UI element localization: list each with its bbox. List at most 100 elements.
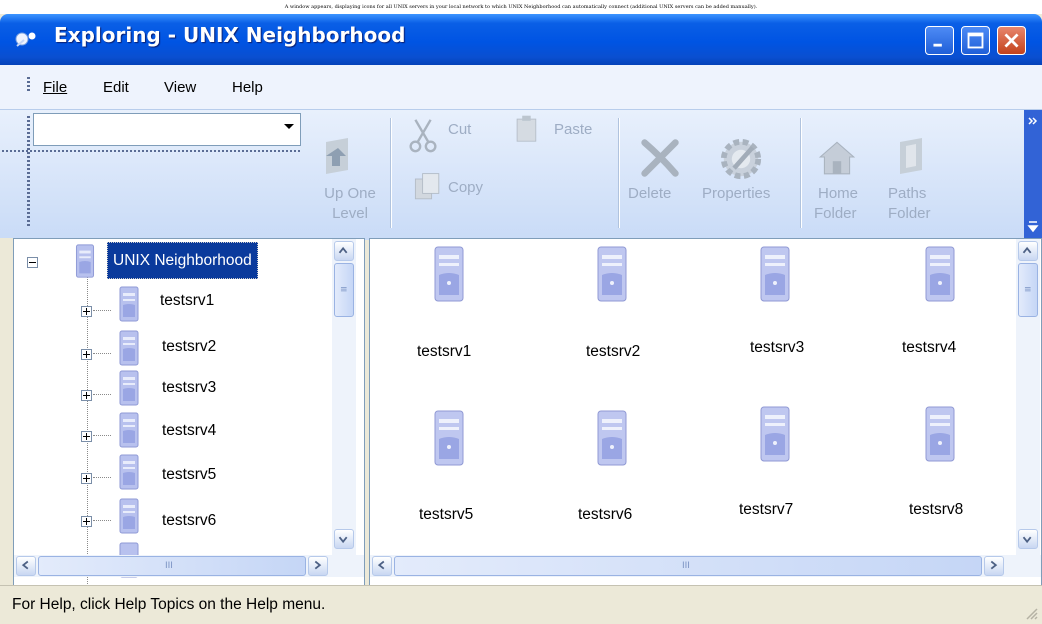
minimize-icon xyxy=(933,43,942,47)
scroll-thumb[interactable]: ≡ xyxy=(1018,263,1038,317)
scroll-thumb[interactable]: III xyxy=(38,556,306,576)
home-folder-icon xyxy=(818,141,856,175)
scroll-thumb[interactable]: III xyxy=(394,556,982,576)
tree-expand-toggle[interactable] xyxy=(81,473,92,484)
server-label: testsrv3 xyxy=(750,339,805,356)
scroll-right-button[interactable] xyxy=(308,556,328,576)
toolbar: Up One Level Cut Copy Paste Delete Prope… xyxy=(0,109,1042,240)
scroll-down-button[interactable] xyxy=(1018,529,1038,549)
server-icon xyxy=(925,246,955,302)
tree-item-label: testsrv5 xyxy=(162,466,217,483)
thumb-grip: III xyxy=(165,561,173,571)
close-button[interactable] xyxy=(997,26,1026,55)
chevron-left-icon xyxy=(21,560,29,570)
title-bar[interactable]: Exploring - UNIX Neighborhood xyxy=(0,14,1042,65)
toolbar-overflow-chevron[interactable] xyxy=(1024,110,1042,240)
scissors-icon xyxy=(409,119,437,153)
chevron-left-icon xyxy=(377,560,385,570)
scroll-down-button[interactable] xyxy=(334,529,354,549)
scroll-up-button[interactable] xyxy=(1018,241,1038,261)
scroll-left-button[interactable] xyxy=(372,556,392,576)
copy-label: Copy xyxy=(448,179,484,196)
tree-root-label: UNIX Neighborhood xyxy=(107,242,258,279)
server-icon xyxy=(119,370,139,406)
properties-gear-icon xyxy=(720,138,762,180)
address-combo[interactable] xyxy=(33,113,301,146)
menu-bar-grip[interactable] xyxy=(27,77,30,91)
menu-edit[interactable]: Edit xyxy=(103,79,129,96)
properties-button[interactable]: Properties xyxy=(698,132,794,232)
tree-expand-toggle[interactable] xyxy=(81,349,92,360)
home-folder-button[interactable]: Home Folder xyxy=(806,132,870,232)
server-label: testsrv2 xyxy=(586,343,641,360)
home-folder-label-2: Folder xyxy=(814,205,857,222)
thumb-grip: ≡ xyxy=(1024,285,1032,295)
scroll-thumb[interactable]: ≡ xyxy=(334,263,354,317)
copy-icon xyxy=(414,173,440,200)
delete-button[interactable]: Delete xyxy=(622,132,696,232)
menu-help[interactable]: Help xyxy=(232,79,263,96)
unix-neighborhood-app-icon xyxy=(15,32,36,47)
list-horizontal-scrollbar[interactable]: III xyxy=(370,555,1041,577)
toolbar-separator xyxy=(390,118,392,228)
up-one-level-button[interactable]: Up One Level xyxy=(306,132,386,232)
paste-label: Paste xyxy=(554,121,593,138)
toolbar-grip[interactable] xyxy=(27,116,30,228)
scroll-right-button[interactable] xyxy=(984,556,1004,576)
toolbar-separator xyxy=(800,118,802,228)
tree-collapse-toggle-root[interactable] xyxy=(27,257,38,268)
menu-file[interactable]: File xyxy=(43,79,67,96)
chevron-up-icon xyxy=(338,246,348,254)
tree-connector xyxy=(93,394,111,396)
minimize-button[interactable] xyxy=(925,26,954,55)
up-one-level-label-1: Up One xyxy=(324,185,376,202)
tree-expand-toggle[interactable] xyxy=(81,431,92,442)
tree-item-label: testsrv6 xyxy=(162,512,217,529)
window-title: Exploring - UNIX Neighborhood xyxy=(54,23,406,47)
server-list-pane: testsrv1 testsrv2 testsrv3 testsrv4 test… xyxy=(369,238,1042,599)
up-one-level-label-2: Level xyxy=(332,205,368,222)
toolbar-separator xyxy=(618,118,620,228)
maximize-button[interactable] xyxy=(961,26,990,55)
tree-connector xyxy=(93,310,111,312)
dropdown-arrow-icon[interactable] xyxy=(284,124,294,129)
chevron-right-icon xyxy=(314,560,322,570)
server-icon xyxy=(119,454,139,490)
server-icon xyxy=(119,412,139,448)
tree-item-label: testsrv4 xyxy=(162,422,217,439)
tree-connector xyxy=(93,435,111,437)
tree-vertical-scrollbar[interactable]: ≡ xyxy=(332,239,356,555)
delete-label: Delete xyxy=(628,185,672,202)
paste-button[interactable]: Paste xyxy=(512,114,612,154)
cut-label: Cut xyxy=(448,121,472,138)
server-label: testsrv4 xyxy=(902,339,957,356)
properties-label: Properties xyxy=(702,185,771,202)
chevron-down-icon xyxy=(1022,536,1032,544)
tree-connector xyxy=(93,477,111,479)
server-label: testsrv5 xyxy=(419,506,474,523)
menu-view[interactable]: View xyxy=(164,79,196,96)
tree-expand-toggle[interactable] xyxy=(81,516,92,527)
paths-folder-label-1: Paths xyxy=(888,185,927,202)
server-icon xyxy=(760,246,790,302)
address-bar-grip xyxy=(2,150,302,152)
server-icon xyxy=(119,330,139,366)
paths-folder-icon xyxy=(900,138,922,174)
tree-expand-toggle[interactable] xyxy=(81,306,92,317)
chevron-down-icon xyxy=(338,536,348,544)
chevron-right-icon xyxy=(990,560,998,570)
resize-grip-icon[interactable] xyxy=(1024,606,1038,620)
scroll-left-button[interactable] xyxy=(16,556,36,576)
unix-neighborhood-icon xyxy=(75,244,95,278)
paths-folder-button[interactable]: Paths Folder xyxy=(876,132,952,232)
list-vertical-scrollbar[interactable]: ≡ xyxy=(1016,239,1040,555)
tree-item-label: testsrv2 xyxy=(162,338,217,355)
chevron-up-icon xyxy=(1022,246,1032,254)
copy-button[interactable]: Copy xyxy=(400,170,510,210)
cut-button[interactable]: Cut xyxy=(400,114,500,154)
scroll-up-button[interactable] xyxy=(334,241,354,261)
tree-expand-toggle[interactable] xyxy=(81,390,92,401)
left-frame xyxy=(0,238,13,599)
tree-horizontal-scrollbar[interactable]: III xyxy=(14,555,364,577)
server-label: testsrv8 xyxy=(909,501,964,518)
